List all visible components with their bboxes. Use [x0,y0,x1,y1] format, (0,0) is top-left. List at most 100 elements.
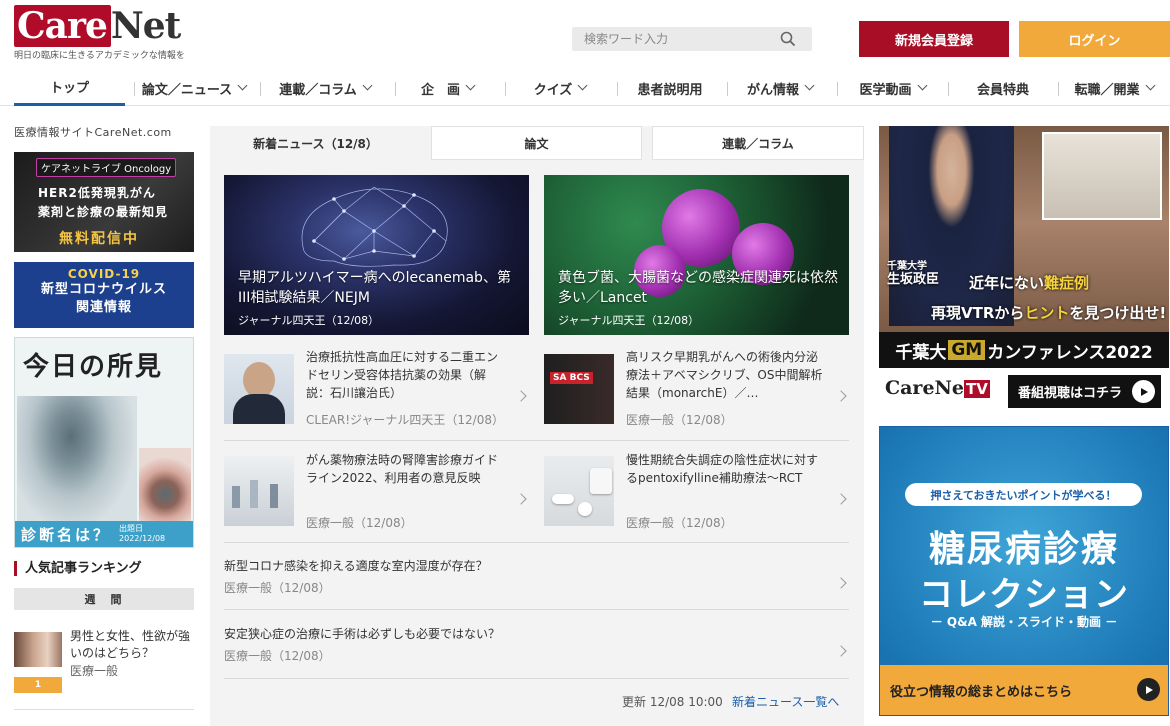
news-list-label: 新着ニュース一覧へ [732,695,840,709]
nav-item-series-column[interactable]: 連載／コラム [265,70,385,106]
search-box [572,27,812,51]
article-item[interactable]: がん薬物療法時の腎障害診療ガイドライン2022、利用者の意見反映 医療一般（12… [224,451,529,531]
article-title: 慢性期統合失調症の陰性症状に対するpentoxifylline補助療法～RCT [626,453,819,485]
article-title: 安定狭心症の治療に手術は必ずしも必要ではない？ [224,627,501,641]
nav-label: がん情報 [746,82,799,98]
logo-tagline: 明日の臨床に生きるアカデミックな情報を [14,51,185,61]
ranking-item-title[interactable]: 男性と女性、性欲が強いのはどちら？ [70,628,194,662]
ranking-title: 人気記事ランキング [14,561,142,576]
nav-item-cancer-info[interactable]: がん情報 [735,70,825,106]
article-title: 新型コロナ感染を抑える適度な室内湿度が存在？ [224,559,488,573]
diabetes-collection-banner[interactable]: 押さえておきたいポイントが学べる！ 糖尿病診療 コレクション － Q&A 解説・… [879,426,1169,716]
article-category: 医療一般（12/08） [306,516,413,530]
article-item[interactable]: 慢性期統合失調症の陰性症状に対するpentoxifylline補助療法～RCT … [544,451,849,531]
banner-line: 関連情報 [75,300,132,315]
article-item[interactable]: 新型コロナ感染を抑える適度な室内湿度が存在？ 医療一般（12/08） [224,557,849,596]
banner-line: 新型コロナウイルス [40,282,167,297]
news-list-link[interactable]: 新着ニュース一覧へ [732,693,839,710]
article-title: 高リスク早期乳がんへの術後内分泌療法＋アベマシクリブ、OS中間解析結果（mona… [626,350,823,400]
nav-label: 企 画 [420,82,460,98]
nav-item-papers-news[interactable]: 論文／ニュース [134,70,254,106]
article-thumbnail [544,456,614,526]
oncology-live-banner[interactable]: ケアネットライブ Oncology HER2低発現乳がん 薬剤と診療の最新知見 無… [14,152,194,252]
bar-text: 千葉大 [895,342,947,363]
eye-image [17,396,137,531]
carenetv-logo[interactable]: CareNe TV [885,377,990,399]
nav-label: トップ [49,81,89,96]
featured-title: 早期アルツハイマー病へのlecanemab、第III相試験結果／NEJM [238,270,511,306]
tv-logo-mark: TV [964,380,990,398]
article-category: 医療一般（12/08） [626,413,733,427]
nav-label: 患者説明用 [637,82,703,98]
brain-network-image [301,186,448,267]
featured-article[interactable]: 黄色ブ菌、大腸菌などの感染症関連死は依然多い／Lancet ジャーナル四天王（1… [544,175,849,335]
logo-net-text: Net [110,5,181,47]
tab-series-column[interactable]: 連載／コラム [652,126,864,160]
article-title: 治療抵抗性高血圧に対する二重エンドセリン受容体拮抗薬の効果（解説：石川讓治氏） [306,350,499,400]
banner-headline: コレクション [919,575,1129,615]
headline-emphasis: 難症例 [1044,274,1090,292]
nav-label: 連載／コラム [279,82,357,98]
chevron-down-icon [465,80,476,91]
article-category: 医療一般（12/08） [224,649,331,663]
chevron-right-icon [835,390,847,402]
divider [14,709,194,710]
article-category: 医療一般（12/08） [224,581,331,595]
site-label: 医療情報サイトCareNet.com [14,126,172,139]
nav-item-career[interactable]: 転職／開業 [1064,70,1164,106]
featured-title: 黄色ブ菌、大腸菌などの感染症関連死は依然多い／Lancet [558,270,838,306]
banner-cta: 役立つ情報の総まとめはこちら [890,684,1073,700]
nav-item-top[interactable]: トップ [14,70,125,106]
main-nav: トップ 論文／ニュース 連載／コラム 企 画 クイズ 患者説明用 がん情報 医学… [0,70,1170,106]
watch-program-button[interactable]: 番組視聴はコチラ [1008,375,1161,408]
article-thumbnail [224,354,294,424]
subline-part: 再現VTRから [931,304,1025,322]
carenetv-program-banner[interactable]: 千葉大学 生坂政臣 近年にない難症例 再現VTRからヒントを見つけ出せ! 千葉大 G… [879,126,1169,368]
chevron-right-icon [515,390,527,402]
tv-logo-text: CareNe [885,377,964,399]
article-item[interactable]: 安定狭心症の治療に手術は必ずしも必要ではない？ 医療一般（12/08） [224,625,849,664]
chevron-down-icon [917,80,927,91]
covid-info-banner[interactable]: COVID-19 新型コロナウイルス 関連情報 [14,262,194,328]
ranking-tab-weekly[interactable]: 週 間 [14,588,194,610]
nav-item-member-benefits[interactable]: 会員特典 [958,70,1048,106]
ranking-number: 1 [14,677,62,693]
todays-findings-banner[interactable]: 今日の所見 診断名は？ 出題日 2022/12/08 [14,337,194,548]
article-item[interactable]: SA BCS 高リスク早期乳がんへの術後内分泌療法＋アベマシクリブ、OS中間解析… [544,348,849,428]
nav-item-medical-video[interactable]: 医学動画 [845,70,940,106]
article-title: がん薬物療法時の腎障害診療ガイドライン2022、利用者の意見反映 [306,453,499,485]
presenter-name: 生坂政臣 [887,272,940,287]
featured-article[interactable]: 早期アルツハイマー病へのlecanemab、第III相試験結果／NEJM ジャー… [224,175,529,335]
carenet-logo[interactable]: Care Net 明日の臨床に生きるアカデミックな情報を [14,5,194,61]
tab-new-news[interactable]: 新着ニュース（12/8） [210,126,421,160]
chevron-right-icon [835,493,847,505]
article-thumbnail: SA BCS [544,354,614,424]
nav-label: 会員特典 [976,82,1029,98]
nav-item-patient-explanation[interactable]: 患者説明用 [625,70,715,106]
nav-label: クイズ [533,82,573,98]
ranking-thumbnail[interactable] [14,632,62,667]
presenter-photo [889,126,1014,326]
nav-item-features[interactable]: 企 画 [400,70,495,106]
bar-text: カンファレンス2022 [987,342,1153,363]
program-photo [1042,132,1162,220]
bar-gm: GM [948,340,986,360]
login-button[interactable]: ログイン [1019,21,1170,57]
nav-label: 転職／開業 [1074,82,1140,98]
watch-program-label: 番組視聴はコチラ [1018,386,1123,401]
subline-part: を見つけ出せ! [1069,304,1167,322]
search-input[interactable] [572,32,777,46]
tab-papers[interactable]: 論文 [431,126,642,160]
register-button[interactable]: 新規会員登録 [859,21,1009,57]
banner-line: COVID-19 [67,267,141,281]
chevron-down-icon [804,80,815,91]
article-thumbnail [224,456,294,526]
lesion-image [139,448,191,532]
chevron-right-icon [515,493,527,505]
update-time: 更新 12/08 10:00 [622,695,723,709]
banner-title: 今日の所見 [23,352,164,382]
search-icon[interactable] [777,28,799,50]
article-item[interactable]: 治療抵抗性高血圧に対する二重エンドセリン受容体拮抗薬の効果（解説：石川讓治氏） … [224,348,529,428]
article-category: CLEAR!ジャーナル四天王（12/08） [306,413,504,427]
nav-item-quiz[interactable]: クイズ [515,70,605,106]
